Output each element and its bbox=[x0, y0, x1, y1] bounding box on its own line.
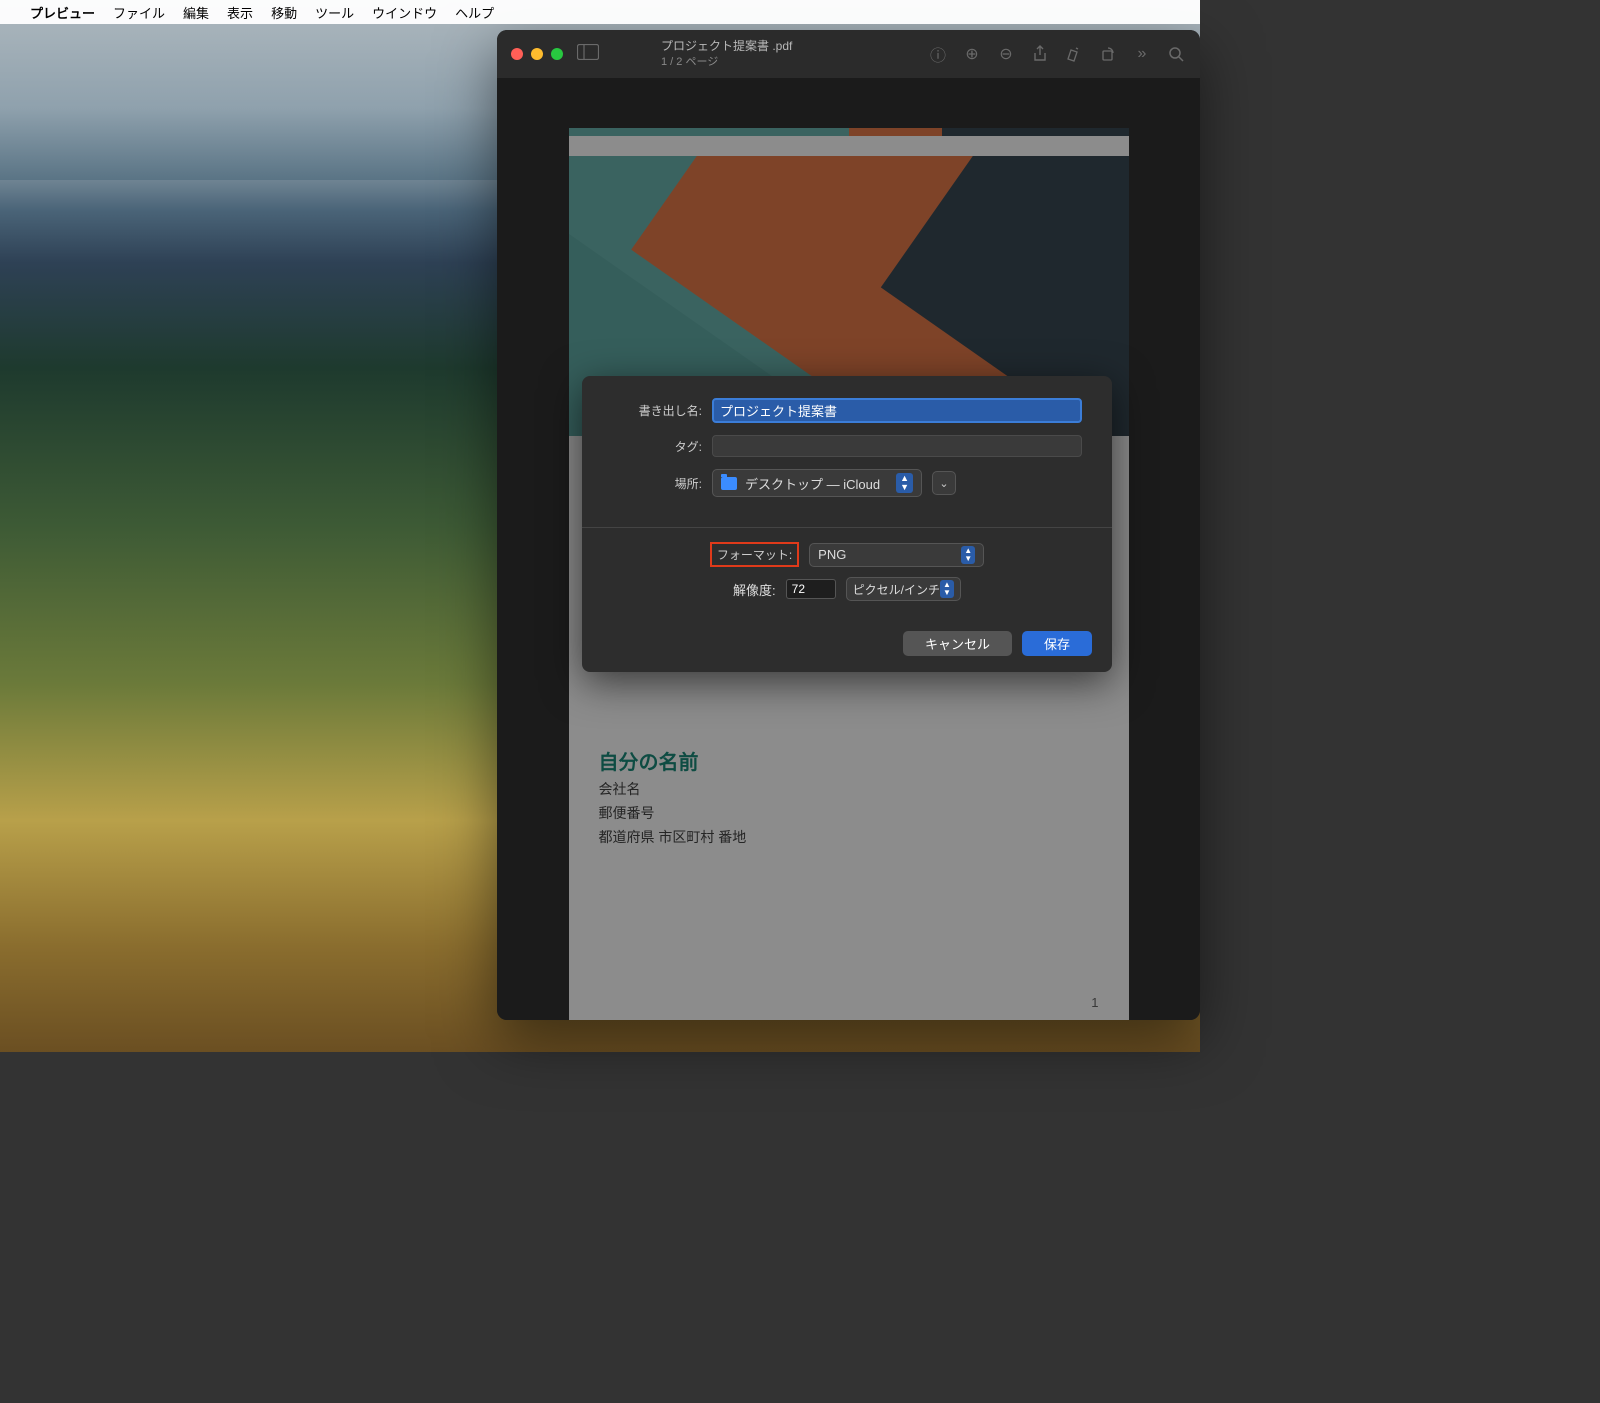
window-title: プロジェクト提案書 .pdf bbox=[661, 39, 792, 55]
chevron-updown-icon: ▲▼ bbox=[940, 580, 954, 598]
doc-address: 都道府県 市区町村 番地 bbox=[599, 827, 1099, 847]
zoom-out-icon[interactable]: ⊖ bbox=[996, 44, 1016, 64]
export-name-input[interactable] bbox=[712, 398, 1082, 423]
app-menu[interactable]: プレビュー bbox=[30, 3, 95, 22]
search-icon[interactable] bbox=[1166, 44, 1186, 64]
location-select[interactable]: デスクトップ — iCloud ▲▼ bbox=[712, 469, 922, 497]
minimize-window-button[interactable] bbox=[531, 48, 543, 60]
window-titlebar: プロジェクト提案書 .pdf 1 / 2 ページ ⓘ ⊕ ⊖ » bbox=[497, 30, 1200, 78]
menu-view[interactable]: 表示 bbox=[227, 3, 253, 22]
page-number: 1 bbox=[1091, 995, 1098, 1010]
highlight-icon[interactable] bbox=[1064, 44, 1084, 64]
zoom-window-button[interactable] bbox=[551, 48, 563, 60]
preview-window: プロジェクト提案書 .pdf 1 / 2 ページ ⓘ ⊕ ⊖ » bbox=[497, 30, 1200, 1020]
chevron-updown-icon: ▲▼ bbox=[896, 473, 913, 493]
format-label: フォーマット: bbox=[710, 542, 799, 567]
info-icon[interactable]: ⓘ bbox=[928, 44, 948, 64]
resolution-input[interactable] bbox=[786, 579, 836, 599]
menu-go[interactable]: 移動 bbox=[271, 3, 297, 22]
tag-input[interactable] bbox=[712, 435, 1082, 457]
menu-help[interactable]: ヘルプ bbox=[455, 3, 494, 22]
sidebar-toggle-icon[interactable] bbox=[577, 44, 599, 65]
format-value: PNG bbox=[818, 547, 846, 562]
save-button[interactable]: 保存 bbox=[1022, 631, 1092, 656]
menu-edit[interactable]: 編集 bbox=[183, 3, 209, 22]
resolution-unit-value: ピクセル/インチ bbox=[853, 581, 940, 598]
location-value: デスクトップ — iCloud bbox=[745, 474, 880, 493]
folder-icon bbox=[721, 477, 737, 490]
rotate-icon[interactable] bbox=[1098, 44, 1118, 64]
more-icon[interactable]: » bbox=[1132, 44, 1152, 64]
location-label: 場所: bbox=[612, 475, 702, 492]
cancel-button[interactable]: キャンセル bbox=[903, 631, 1012, 656]
tag-label: タグ: bbox=[612, 438, 702, 455]
menu-file[interactable]: ファイル bbox=[113, 3, 165, 22]
zoom-in-icon[interactable]: ⊕ bbox=[962, 44, 982, 64]
resolution-unit-select[interactable]: ピクセル/インチ ▲▼ bbox=[846, 577, 961, 601]
doc-heading: 自分の名前 bbox=[599, 746, 1099, 775]
menu-window[interactable]: ウインドウ bbox=[372, 3, 437, 22]
window-subtitle: 1 / 2 ページ bbox=[661, 55, 792, 69]
doc-company: 会社名 bbox=[599, 779, 1099, 799]
expand-location-button[interactable]: ⌄ bbox=[932, 471, 956, 495]
format-select[interactable]: PNG ▲▼ bbox=[809, 543, 984, 567]
export-name-label: 書き出し名: bbox=[612, 402, 702, 419]
export-sheet: 書き出し名: タグ: 場所: デスクトップ — iCloud ▲▼ ⌄ フォーマ… bbox=[582, 376, 1112, 672]
close-window-button[interactable] bbox=[511, 48, 523, 60]
resolution-label: 解像度: bbox=[733, 580, 776, 599]
doc-postal: 郵便番号 bbox=[599, 803, 1099, 823]
chevron-updown-icon: ▲▼ bbox=[961, 546, 975, 564]
menubar: プレビュー ファイル 編集 表示 移動 ツール ウインドウ ヘルプ bbox=[0, 0, 1200, 24]
menu-tools[interactable]: ツール bbox=[315, 3, 354, 22]
share-icon[interactable] bbox=[1030, 44, 1050, 64]
